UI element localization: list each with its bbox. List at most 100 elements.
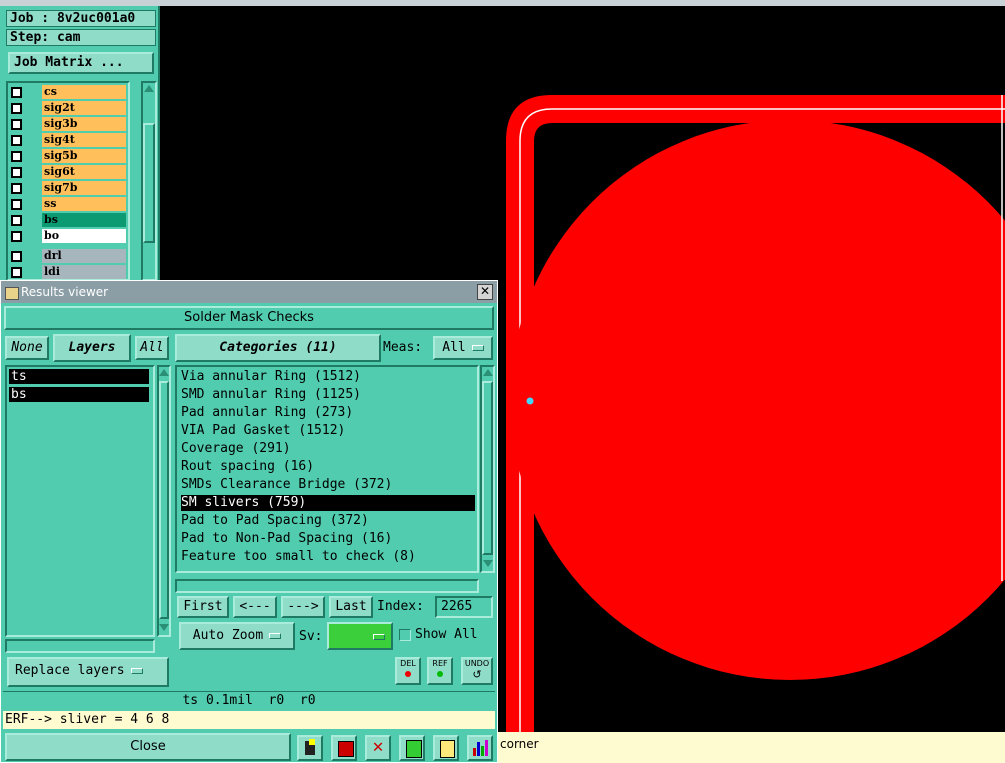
layer-name[interactable]: ldi xyxy=(42,265,126,279)
scroll-down-icon[interactable] xyxy=(159,624,169,631)
layer-row[interactable]: ldi xyxy=(8,265,128,279)
scroll-thumb[interactable] xyxy=(143,123,155,243)
layer-row[interactable]: sig7b xyxy=(8,181,128,197)
histogram-tool-icon[interactable] xyxy=(467,735,493,761)
meas-dropdown[interactable]: All xyxy=(433,336,493,360)
red-filter-tool-icon[interactable] xyxy=(331,735,357,761)
layer-name[interactable]: bo xyxy=(42,229,126,243)
category-item[interactable]: SM slivers (759) xyxy=(181,495,475,511)
layer-color-tool-icon[interactable] xyxy=(297,735,323,761)
layer-name[interactable]: drl xyxy=(42,249,126,263)
scroll-up-icon[interactable] xyxy=(482,369,493,376)
report-tool-icon[interactable] xyxy=(433,735,459,761)
layer-list: cs sig2t sig3b sig4t sig5b sig6t sig7b ss bs bo dr… xyxy=(6,81,130,281)
layer-row[interactable]: drl xyxy=(8,249,128,265)
layer-checkbox[interactable] xyxy=(11,103,22,114)
category-item[interactable]: Via annular Ring (1512) xyxy=(181,369,475,385)
layers-button[interactable]: Layers xyxy=(53,334,131,362)
layer-checkbox[interactable] xyxy=(11,231,22,242)
compare-tool-icon[interactable] xyxy=(399,735,425,761)
category-item[interactable]: SMD annular Ring (1125) xyxy=(181,387,475,403)
auto-zoom-label: Auto Zoom xyxy=(192,628,264,643)
category-item[interactable]: Rout spacing (16) xyxy=(181,459,475,475)
layer-checkbox[interactable] xyxy=(11,215,22,226)
layer-checkbox[interactable] xyxy=(11,251,22,262)
category-item[interactable]: Pad to Pad Spacing (372) xyxy=(181,513,475,529)
category-vscroll[interactable] xyxy=(480,365,495,573)
layer-row[interactable]: ss xyxy=(8,197,128,213)
green-dot-icon xyxy=(437,671,443,677)
layer-checkbox[interactable] xyxy=(11,151,22,162)
sv-color-dropdown[interactable] xyxy=(327,622,393,650)
category-item[interactable]: Pad annular Ring (273) xyxy=(181,405,475,421)
index-input[interactable]: 2265 xyxy=(435,596,493,618)
categories-button[interactable]: Categories (11) xyxy=(175,334,381,362)
category-hscroll[interactable] xyxy=(175,579,479,593)
results-layer-item[interactable]: bs xyxy=(9,387,149,402)
layer-row[interactable]: sig3b xyxy=(8,117,128,133)
show-all-checkbox[interactable] xyxy=(399,629,411,641)
layer-name[interactable]: sig6t xyxy=(42,165,126,179)
layer-checkbox[interactable] xyxy=(11,167,22,178)
scroll-thumb[interactable] xyxy=(159,381,169,619)
layer-name[interactable]: bs xyxy=(42,213,126,227)
close-button[interactable]: Close xyxy=(5,733,291,761)
erf-disabled-tool-icon[interactable]: ✕ xyxy=(365,735,391,761)
results-viewer-titlebar[interactable]: Results viewer ✕ xyxy=(1,281,497,303)
results-viewer-header: Solder Mask Checks xyxy=(4,306,494,330)
scroll-up-icon[interactable] xyxy=(159,369,169,376)
ref-button[interactable]: REF xyxy=(427,657,453,685)
layer-name[interactable]: sig4t xyxy=(42,133,126,147)
layer-name[interactable]: sig5b xyxy=(42,149,126,163)
layer-name[interactable]: sig2t xyxy=(42,101,126,115)
next-button[interactable]: ---> xyxy=(281,596,325,618)
layer-name[interactable]: sig3b xyxy=(42,117,126,131)
layer-row[interactable]: sig2t xyxy=(8,101,128,117)
layer-name[interactable]: ss xyxy=(42,197,126,211)
layer-list-scrollbar[interactable] xyxy=(141,81,157,281)
del-button[interactable]: DEL xyxy=(395,657,421,685)
category-item[interactable]: Coverage (291) xyxy=(181,441,475,457)
scroll-thumb[interactable] xyxy=(482,381,493,555)
layer-name[interactable]: cs xyxy=(42,85,126,99)
category-item[interactable]: VIA Pad Gasket (1512) xyxy=(181,423,475,439)
layer-name[interactable]: sig7b xyxy=(42,181,126,195)
none-button[interactable]: None xyxy=(5,336,49,360)
scroll-up-icon[interactable] xyxy=(144,85,154,92)
results-viewer-window: Results viewer ✕ Solder Mask Checks None… xyxy=(0,280,498,763)
meas-value: All xyxy=(442,340,466,355)
job-matrix-button[interactable]: Job Matrix ... xyxy=(8,52,154,74)
layer-row[interactable]: cs xyxy=(8,85,128,101)
layer-row[interactable]: sig5b xyxy=(8,149,128,165)
scroll-down-icon[interactable] xyxy=(482,560,493,567)
window-app-icon xyxy=(5,287,19,300)
results-layer-list: ts bs xyxy=(5,365,155,637)
replace-layers-dropdown[interactable]: Replace layers xyxy=(7,657,169,687)
last-button[interactable]: Last xyxy=(329,596,373,618)
layer-checkbox[interactable] xyxy=(11,199,22,210)
layer-checkbox[interactable] xyxy=(11,87,22,98)
close-window-button[interactable]: ✕ xyxy=(477,284,493,300)
layer-row[interactable]: sig6t xyxy=(8,165,128,181)
category-item[interactable]: Feature too small to check (8) xyxy=(181,549,475,565)
category-item[interactable]: SMDs Clearance Bridge (372) xyxy=(181,477,475,493)
layer-checkbox[interactable] xyxy=(11,135,22,146)
all-button[interactable]: All xyxy=(135,336,169,360)
prev-button[interactable]: <--- xyxy=(233,596,277,618)
layer-checkbox[interactable] xyxy=(11,267,22,278)
result-marker xyxy=(526,397,534,405)
layer-row[interactable]: sig4t xyxy=(8,133,128,149)
results-layer-item[interactable]: ts xyxy=(9,369,149,384)
layer-row[interactable]: bs xyxy=(8,213,128,229)
layer-row[interactable]: bo xyxy=(8,229,128,245)
layer-checkbox[interactable] xyxy=(11,183,22,194)
status-line: ts 0.1mil r0 r0 xyxy=(3,691,495,709)
results-layer-hscroll[interactable] xyxy=(5,639,155,653)
results-layer-vscroll[interactable] xyxy=(157,365,171,637)
dropdown-arrow-icon xyxy=(269,632,282,639)
undo-button[interactable]: UNDO ↺ xyxy=(461,657,493,685)
layer-checkbox[interactable] xyxy=(11,119,22,130)
auto-zoom-dropdown[interactable]: Auto Zoom xyxy=(179,622,295,650)
first-button[interactable]: First xyxy=(177,596,229,618)
category-item[interactable]: Pad to Non-Pad Spacing (16) xyxy=(181,531,475,547)
